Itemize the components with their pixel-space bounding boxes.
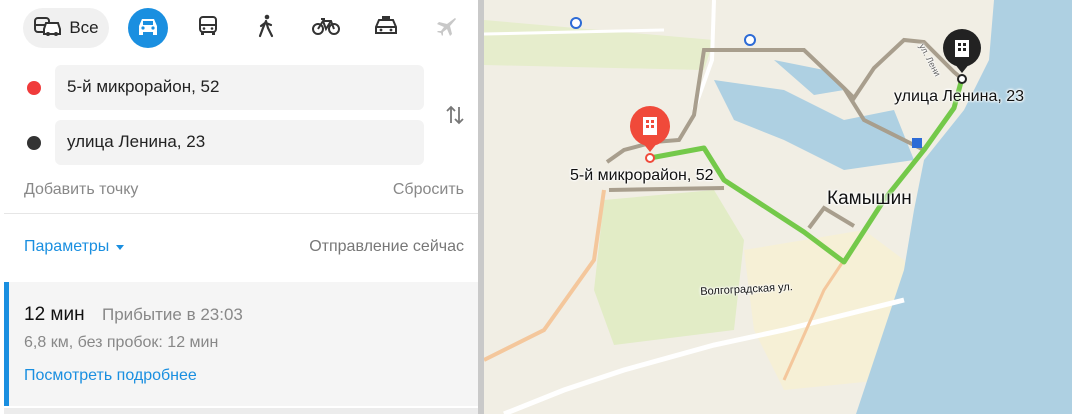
taxi-icon bbox=[373, 15, 399, 42]
bicycle-icon bbox=[312, 16, 340, 41]
reset-link[interactable]: Сбросить bbox=[393, 181, 464, 199]
swap-route-button[interactable] bbox=[443, 103, 467, 127]
route-selected-bar bbox=[4, 282, 9, 406]
departure-time-link[interactable]: Отправление сейчас bbox=[309, 238, 464, 256]
bus-icon bbox=[197, 15, 219, 42]
map-canvas bbox=[484, 0, 1072, 414]
end-marker-icon[interactable] bbox=[943, 29, 981, 84]
swap-arrows-icon bbox=[443, 105, 467, 131]
plane-icon bbox=[435, 15, 457, 42]
map-view[interactable]: 5-й микрорайон, 52 улица Ленина, 23 Камы… bbox=[484, 0, 1072, 414]
params-label: Параметры bbox=[24, 238, 110, 255]
route-distance: 6,8 км, без пробок: 12 мин bbox=[24, 334, 219, 351]
route-duration: 12 мин bbox=[24, 304, 85, 325]
mode-all-label: Все bbox=[69, 18, 99, 37]
mode-taxi-button[interactable] bbox=[366, 8, 406, 48]
car-and-bus-icon bbox=[33, 15, 63, 42]
park-area bbox=[594, 190, 744, 345]
mode-walk-button[interactable] bbox=[246, 8, 286, 48]
divider bbox=[4, 213, 478, 214]
caret-down-icon bbox=[115, 238, 125, 256]
start-point-dot bbox=[27, 81, 41, 95]
car-icon bbox=[136, 16, 160, 41]
route-panel: Все 5-й микрорайон, 52 улица Ленина, 23 … bbox=[0, 0, 478, 414]
route-arrival: Прибытие в 23:03 bbox=[102, 305, 243, 324]
route-details-link[interactable]: Посмотреть подробнее bbox=[24, 367, 197, 385]
add-point-link[interactable]: Добавить точку bbox=[24, 181, 138, 199]
to-input[interactable]: улица Ленина, 23 bbox=[55, 120, 424, 165]
mode-plane-button[interactable] bbox=[426, 8, 466, 48]
map-end-label: улица Ленина, 23 bbox=[894, 88, 1025, 105]
from-input[interactable]: 5-й микрорайон, 52 bbox=[55, 65, 424, 110]
divider bbox=[4, 408, 478, 414]
park-area bbox=[484, 20, 714, 70]
mode-bike-button[interactable] bbox=[306, 8, 346, 48]
params-dropdown[interactable]: Параметры bbox=[24, 238, 125, 256]
walking-person-icon bbox=[256, 14, 276, 43]
bus-stop-icon[interactable] bbox=[570, 17, 582, 29]
end-point-dot bbox=[27, 136, 41, 150]
mode-car-button[interactable] bbox=[128, 8, 168, 48]
map-city-label: Камышин bbox=[827, 188, 912, 209]
transit-stop-icon[interactable] bbox=[912, 138, 922, 148]
transport-mode-bar: Все bbox=[23, 8, 463, 48]
bus-stop-icon[interactable] bbox=[744, 34, 756, 46]
map-start-label: 5-й микрорайон, 52 bbox=[570, 167, 714, 184]
mode-transit-button[interactable] bbox=[188, 8, 228, 48]
mode-all-button[interactable]: Все bbox=[23, 8, 109, 48]
major-road bbox=[484, 189, 606, 362]
